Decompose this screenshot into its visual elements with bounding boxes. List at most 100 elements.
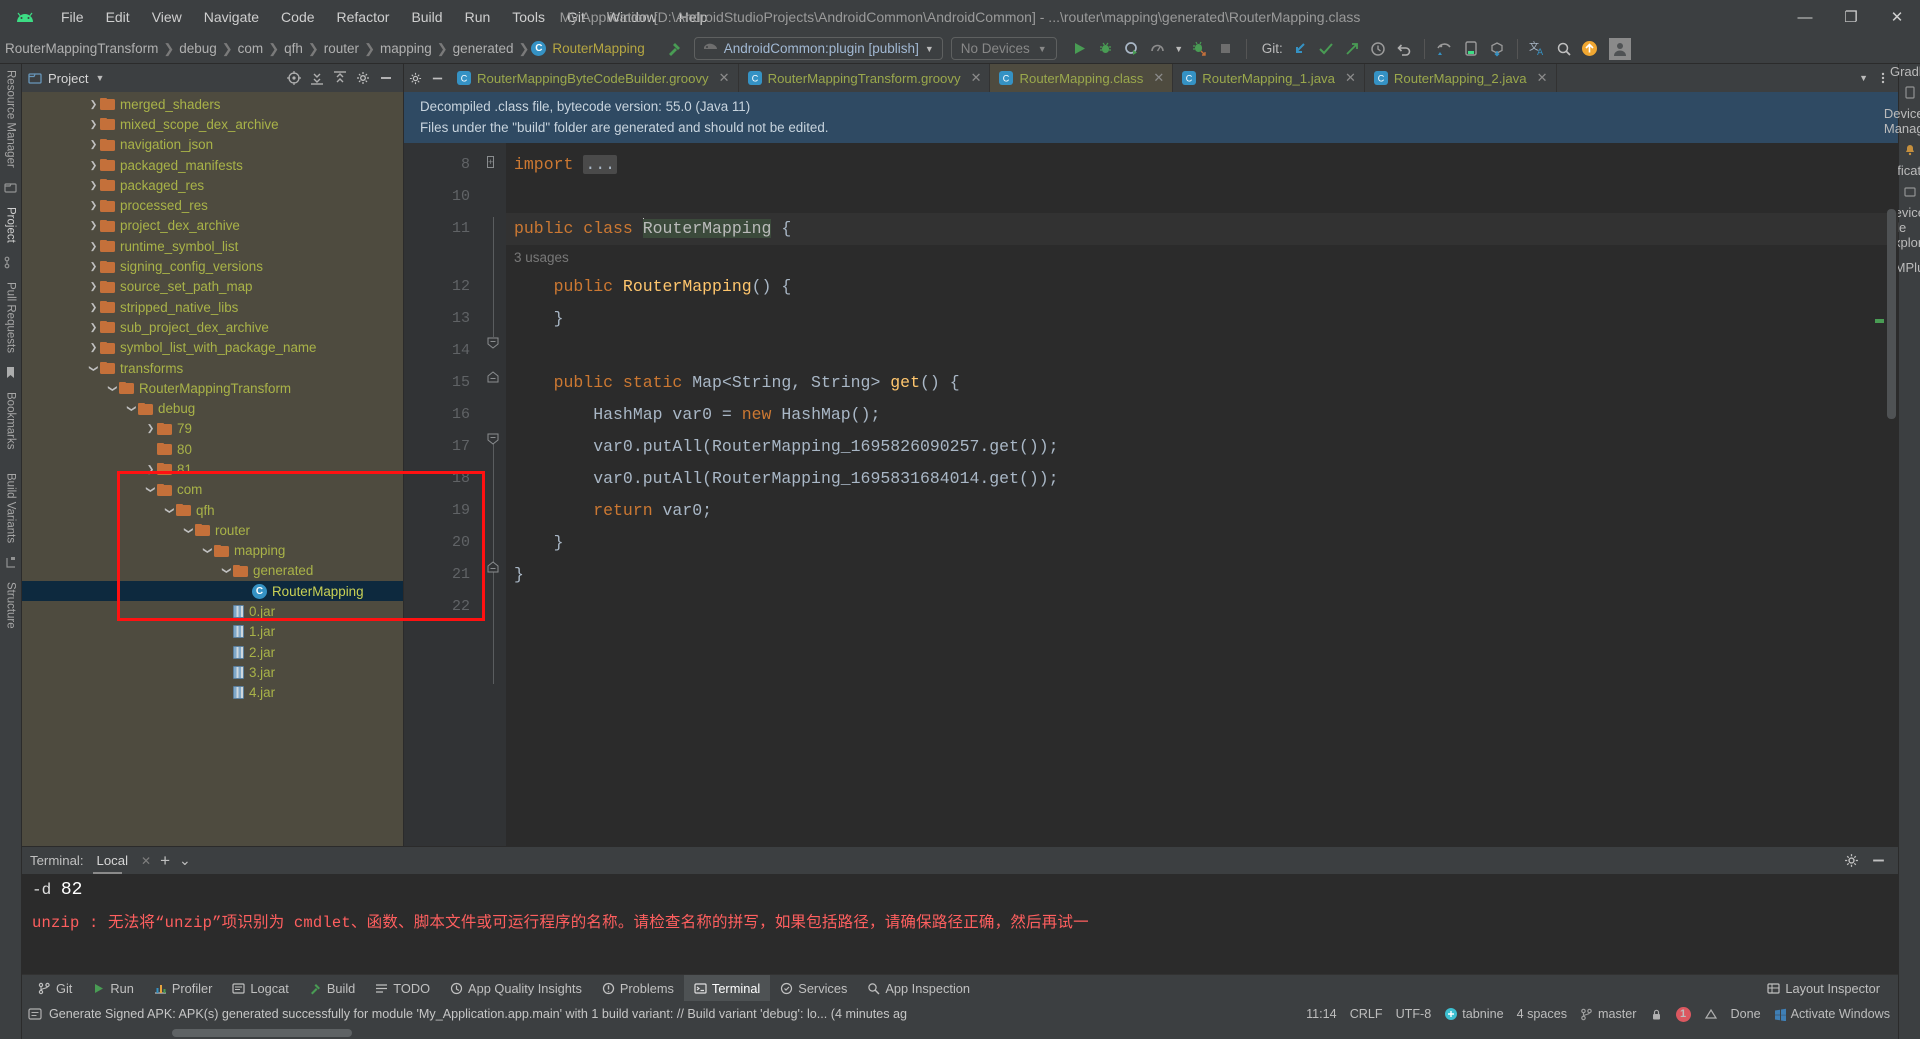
rail-gradle[interactable]: Gradle [1890, 64, 1920, 79]
maximize-button[interactable]: ❐ [1828, 0, 1874, 34]
menu-run[interactable]: Run [454, 7, 502, 27]
rail-bookmarks[interactable]: Bookmarks [5, 386, 17, 456]
tree-item[interactable]: ❯ 81 [22, 459, 403, 479]
project-tree[interactable]: ❯ merged_shaders ❯ mixed_scope_dex_archive ❯… [22, 92, 403, 846]
terminal-tab-local[interactable]: Local [92, 853, 133, 874]
tree-item[interactable]: ❯ packaged_manifests [22, 155, 403, 175]
menu-navigate[interactable]: Navigate [193, 7, 270, 27]
code-line[interactable]: var0.putAll(RouterMapping_1695826090257.… [506, 431, 1898, 463]
breadcrumb-item-4[interactable]: router [321, 41, 362, 56]
fold-collapse-get-icon[interactable] [487, 433, 499, 445]
editor-tab[interactable]: C RouterMappingTransform.groovy ✕ [739, 64, 991, 92]
menu-code[interactable]: Code [270, 7, 325, 27]
chevron-right-icon[interactable]: ❯ [87, 180, 100, 191]
tree-item[interactable]: ❯ qfh [22, 500, 403, 520]
code-line[interactable]: } [506, 527, 1898, 559]
hide-editor-icon[interactable] [426, 64, 448, 92]
tree-item[interactable]: ❯ merged_shaders [22, 94, 403, 114]
code-fold-column[interactable]: + [480, 143, 506, 846]
git-update-icon[interactable] [1287, 36, 1313, 62]
tree-item[interactable]: ❯ processed_res [22, 195, 403, 215]
tree-item[interactable]: ❯ navigation_json [22, 135, 403, 155]
status-message[interactable]: Generate Signed APK: APK(s) generated su… [49, 1007, 907, 1021]
toolstrip-item-app-quality-insights[interactable]: App Quality Insights [440, 975, 592, 1002]
toolstrip-item-git[interactable]: Git [28, 975, 82, 1002]
target-icon[interactable] [287, 71, 301, 85]
code-line[interactable]: return var0; [506, 495, 1898, 527]
fold-expand-import-icon[interactable]: + [487, 153, 495, 168]
collapse-all-icon[interactable] [333, 71, 347, 85]
build-hammer-icon[interactable] [662, 36, 688, 62]
tree-item[interactable]: ❯ symbol_list_with_package_name [22, 338, 403, 358]
tree-item[interactable]: ❯ project_dex_archive [22, 216, 403, 236]
update-icon[interactable] [1577, 36, 1603, 62]
breadcrumb-item-3[interactable]: qfh [281, 41, 306, 56]
tree-item[interactable]: 1.jar [22, 622, 403, 642]
settings-gear-icon[interactable] [356, 71, 370, 85]
debug-icon[interactable] [1093, 36, 1119, 62]
terminal-output[interactable]: -d 82 unzip : 无法将“unzip”项识别为 cmdlet、函数、脚… [22, 874, 1898, 974]
rail-project[interactable]: Project [5, 201, 17, 249]
chevron-down-icon[interactable]: ❯ [145, 483, 156, 496]
toolstrip-item-todo[interactable]: TODO [365, 975, 440, 1002]
tree-item[interactable]: ❯ debug [22, 398, 403, 418]
terminal-options-chevron-icon[interactable]: ⌄ [179, 852, 191, 869]
close-tab-icon[interactable]: ✕ [1153, 70, 1164, 86]
chevron-down-icon[interactable]: ▼ [95, 73, 104, 83]
close-button[interactable]: ✕ [1874, 0, 1920, 34]
editor-tab[interactable]: C RouterMapping_1.java ✕ [1173, 64, 1365, 92]
close-tab-icon[interactable]: ✕ [719, 70, 730, 86]
scrollbar-thumb[interactable] [172, 1029, 352, 1037]
tree-item[interactable]: ❯ mixed_scope_dex_archive [22, 114, 403, 134]
tree-item[interactable]: ❯ source_set_path_map [22, 277, 403, 297]
sync-gradle-icon[interactable] [1432, 36, 1458, 62]
expand-all-icon[interactable] [310, 71, 324, 85]
git-history-icon[interactable] [1365, 36, 1391, 62]
sdk-manager-icon[interactable] [1484, 36, 1510, 62]
layout-inspector-button[interactable]: Layout Inspector [1757, 975, 1890, 1002]
attach-debugger-icon[interactable] [1187, 36, 1213, 62]
git-commit-icon[interactable] [1313, 36, 1339, 62]
rail-structure[interactable]: Structure [5, 576, 17, 635]
code-line[interactable]: public RouterMapping() { [506, 271, 1898, 303]
chevron-right-icon[interactable]: ❯ [87, 281, 100, 292]
code-line[interactable]: } [506, 559, 1898, 591]
close-tab-icon[interactable]: ✕ [1345, 70, 1356, 86]
tree-item[interactable]: 0.jar [22, 601, 403, 621]
chevron-right-icon[interactable]: ❯ [87, 220, 100, 231]
hide-panel-icon[interactable] [379, 71, 393, 85]
chevron-right-icon[interactable]: ❯ [87, 261, 100, 272]
avd-manager-icon[interactable] [1458, 36, 1484, 62]
usages-hint[interactable]: 3 usages [506, 245, 1898, 271]
terminal-add-icon[interactable]: + [160, 852, 170, 869]
tree-item[interactable]: ❯ signing_config_versions [22, 256, 403, 276]
chevron-right-icon[interactable]: ❯ [144, 423, 157, 434]
status-branch[interactable]: master [1580, 1007, 1637, 1021]
menu-build[interactable]: Build [400, 7, 453, 27]
run-icon[interactable] [1067, 36, 1093, 62]
terminal-settings-icon[interactable] [1844, 853, 1859, 868]
editor-tab[interactable]: C RouterMapping.class ✕ [990, 64, 1174, 92]
tab-settings-icon[interactable] [404, 64, 426, 92]
device-selector[interactable]: No Devices ▼ [950, 37, 1057, 60]
tree-item[interactable]: ❯ packaged_res [22, 175, 403, 195]
chevron-down-icon[interactable]: ❯ [202, 544, 213, 557]
fold-collapse-ctor-icon[interactable] [487, 337, 499, 349]
chevron-down-icon[interactable]: ❯ [126, 402, 137, 415]
rail-build-variants[interactable]: Build Variants [5, 467, 17, 549]
chevron-down-icon[interactable]: ❯ [164, 504, 175, 517]
tree-item[interactable]: ❯ stripped_native_libs [22, 297, 403, 317]
tree-item[interactable]: ❯ RouterMappingTransform [22, 378, 403, 398]
fold-end-get-icon[interactable] [487, 561, 499, 573]
code-line[interactable]: import ... [506, 149, 1898, 181]
chevron-down-icon[interactable]: ❯ [88, 362, 99, 375]
horizontal-scrollbar[interactable] [22, 1027, 1898, 1039]
toolstrip-item-run[interactable]: Run [82, 975, 143, 1002]
code-line[interactable] [506, 591, 1898, 623]
toolstrip-item-profiler[interactable]: Profiler [144, 975, 223, 1002]
status-encoding[interactable]: UTF-8 [1396, 1007, 1432, 1021]
chevron-down-icon[interactable]: ❯ [221, 564, 232, 577]
rail-pull-requests[interactable]: Pull Requests [5, 276, 17, 359]
tab-more-icon[interactable] [1876, 71, 1890, 85]
toolstrip-item-build[interactable]: Build [299, 975, 365, 1002]
